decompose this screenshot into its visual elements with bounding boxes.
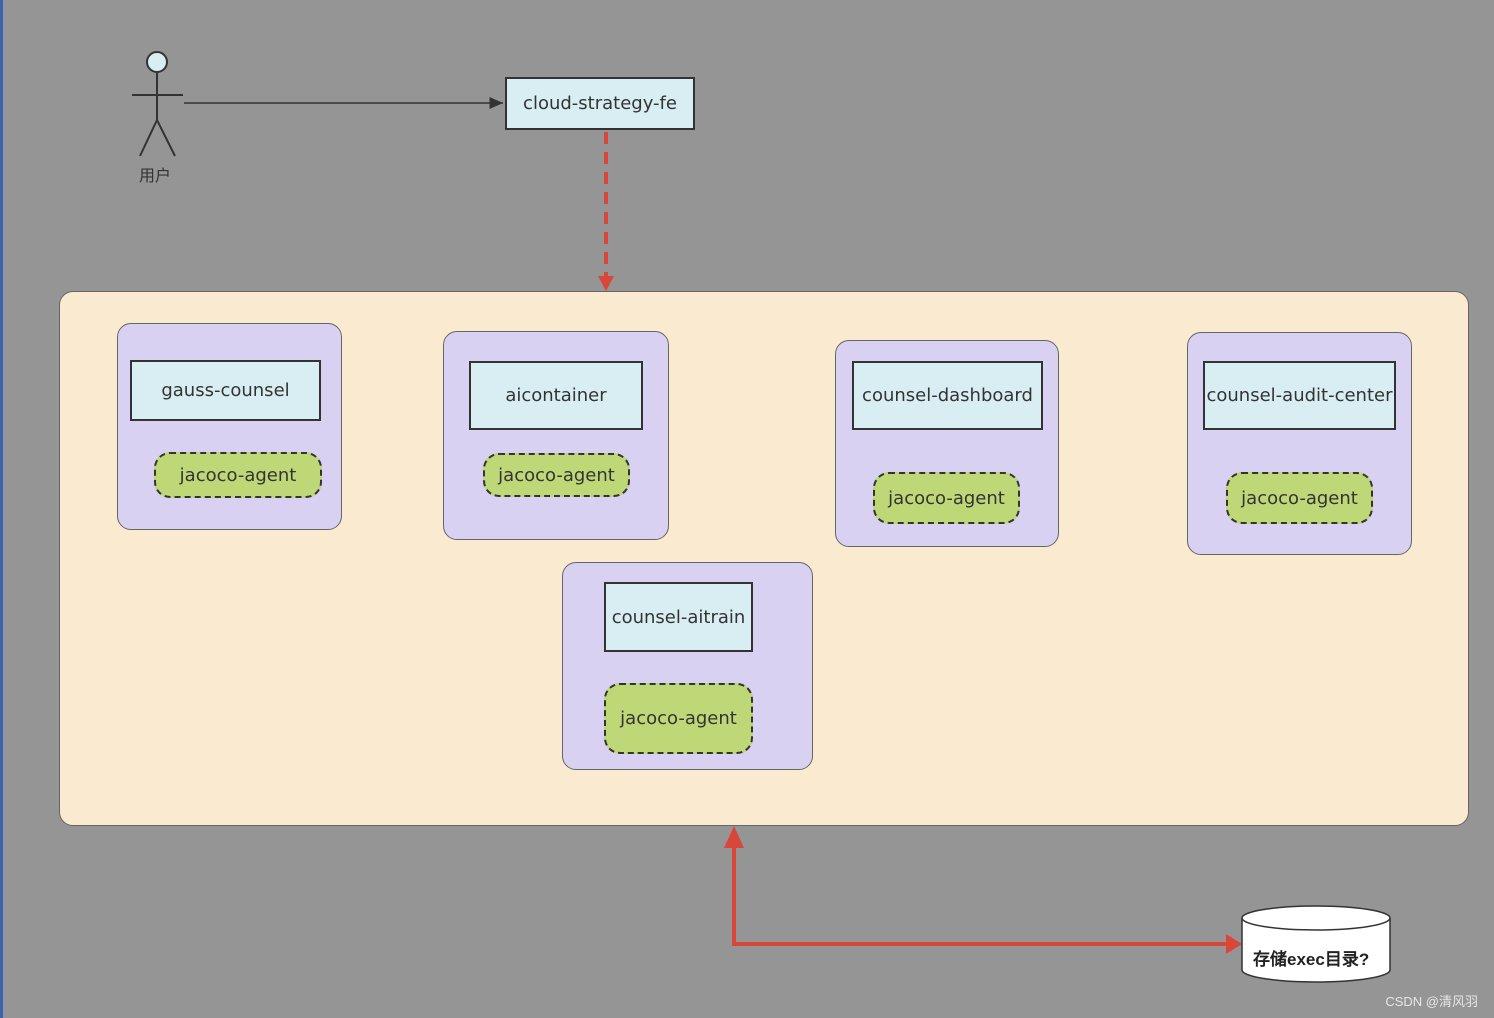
storage-arrowhead — [1226, 934, 1242, 954]
storage-label: 存储exec目录? — [1253, 950, 1370, 969]
frontend-to-services-arrowhead — [598, 276, 614, 291]
user-label: 用户 — [139, 166, 172, 185]
storage-cylinder-icon[interactable] — [1241, 905, 1391, 983]
user-actor-icon[interactable] — [132, 51, 183, 157]
panel-arrowhead — [724, 826, 744, 848]
diagram-connectors — [132, 51, 1391, 983]
watermark-text: CSDN @清风羽 — [1385, 994, 1478, 1009]
panel-to-storage-connector — [732, 840, 1228, 946]
